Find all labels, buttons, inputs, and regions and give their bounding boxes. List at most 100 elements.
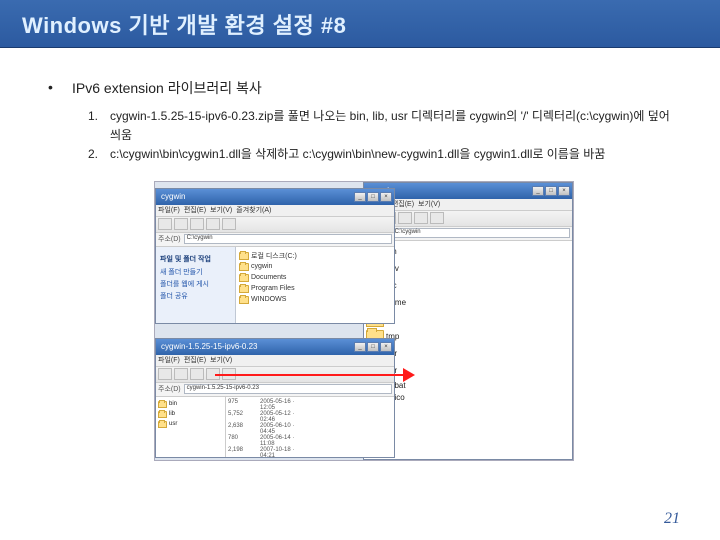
tool-icon[interactable] [174,368,188,380]
step-text: c:\cygwin\bin\cygwin1.dll을 삭제하고 c:\cygwi… [110,145,680,164]
folder-icon [158,411,167,418]
slide-title-bar: Windows 기반 개발 환경 설정 #8 [0,0,720,48]
menu-bar: 파일(F) 편집(E) 보기(V) [156,355,394,367]
tree-item[interactable]: cygwin [239,262,297,272]
folders-icon[interactable] [430,212,444,224]
folder-pane: bin dev etc home lib tmp usr var Cygwin.… [364,241,572,459]
menu-item[interactable]: 편집(E) [392,199,414,209]
tool-icon[interactable] [190,368,204,380]
address-bar: 주소(D) C:\cygwin [156,233,394,247]
heading-text: IPv6 extension 라이브러리 복사 [72,78,262,99]
folder-icon [239,263,249,271]
minimize-icon[interactable]: _ [354,342,366,352]
folder-icon [239,285,249,293]
step-num: 1. [88,107,110,145]
menu-item[interactable]: 파일(F) [158,355,180,365]
folder-pane: 로컬 디스크(C:) cygwin Documents Program File… [236,247,394,323]
annotation-arrow [215,374,405,376]
list-row[interactable]: 9752005-05-16 · 12:05 [228,399,392,411]
window-titlebar: cygwin _ □ × [364,183,572,199]
annotation-arrowhead-icon [403,368,415,382]
file-item[interactable]: Cygwin.bat [366,381,570,390]
tree-item[interactable]: bin [158,400,223,409]
heading-row: • IPv6 extension 라이브러리 복사 [48,78,680,99]
folder-icon [158,401,167,408]
folders-icon[interactable] [222,218,236,230]
minimize-icon[interactable]: _ [532,186,544,196]
folder-item[interactable]: home [366,296,570,310]
minimize-icon[interactable]: _ [354,192,366,202]
address-input[interactable]: cygwin-1.5.25-15-ipv6-0.23 [184,384,392,394]
task-link[interactable]: 폴더 공유 [160,291,231,301]
screenshot-wrapper: cygwin _ □ × 파일(F) 편집(E) 보기(V) [48,181,680,461]
screenshot: cygwin _ □ × 파일(F) 편집(E) 보기(V) [154,181,574,461]
folder-item[interactable]: tmp [366,330,570,344]
window-buttons: _ □ × [532,186,570,196]
explorer-window-front: cygwin _ □ × 파일(F) 편집(E) 보기(V) 즐겨찾기(A) [155,188,395,324]
task-link[interactable]: 새 폴더 만들기 [160,267,231,277]
menu-item[interactable]: 보기(V) [418,199,440,209]
folder-item[interactable]: etc [366,279,570,293]
folder-item[interactable]: dev [366,262,570,276]
folder-item[interactable]: bin [366,245,570,259]
nav-back-icon[interactable] [158,218,172,230]
maximize-icon[interactable]: □ [367,342,379,352]
step-num: 2. [88,145,110,164]
step-1: 1. cygwin-1.5.25-15-ipv6-0.23.zip를 풀면 나오… [88,107,680,145]
folder-icon [239,274,249,282]
close-icon[interactable]: × [380,342,392,352]
file-item[interactable]: Cygwin.ico [366,393,570,402]
close-icon[interactable]: × [558,186,570,196]
tree-item[interactable]: 로컬 디스크(C:) [239,251,297,261]
maximize-icon[interactable]: □ [545,186,557,196]
nav-up-icon[interactable] [190,218,204,230]
menu-item[interactable]: 편집(E) [184,205,206,215]
window-buttons: _ □ × [354,192,392,202]
address-bar: 주소(D) cygwin-1.5.25-15-ipv6-0.23 [156,383,394,397]
zip-file-list: 9752005-05-16 · 12:05 5,7522005-05-12 · … [226,397,394,457]
step-text: cygwin-1.5.25-15-ipv6-0.23.zip를 풀면 나오는 b… [110,107,680,145]
list-row[interactable]: 2,6382005-06-10 · 04:45 [228,423,392,435]
task-pane: 파일 및 폴더 작업 새 폴더 만들기 폴더를 웹에 게시 폴더 공유 [156,247,236,323]
tree-item[interactable]: WINDOWS [239,295,297,305]
folder-icon [158,421,167,428]
folder-item[interactable]: usr [366,347,570,361]
maximize-icon[interactable]: □ [367,192,379,202]
tool-icon[interactable] [158,368,172,380]
bullet-icon: • [48,78,72,99]
task-link[interactable]: 폴더를 웹에 게시 [160,279,231,289]
zip-folder-tree: bin lib usr [156,397,226,457]
nav-up-icon[interactable] [398,212,412,224]
tree-item[interactable]: Program Files [239,284,297,294]
menu-item[interactable]: 보기(V) [210,355,232,365]
close-icon[interactable]: × [380,192,392,202]
tree-item[interactable]: usr [158,420,223,429]
zip-window: cygwin-1.5.25-15-ipv6-0.23 _ □ × 파일(F) 편… [155,338,395,458]
folder-icon [239,252,249,260]
menu-item[interactable]: 편집(E) [184,355,206,365]
menu-bar: 파일(F) 편집(E) 보기(V) 즐겨찾기(A) [156,205,394,217]
folder-item[interactable]: lib [366,313,570,327]
window-titlebar: cygwin-1.5.25-15-ipv6-0.23 _ □ × [156,339,394,355]
page-number: 21 [664,510,680,528]
window-titlebar: cygwin _ □ × [156,189,394,205]
tree-item[interactable]: lib [158,410,223,419]
menu-item[interactable]: 즐겨찾기(A) [236,205,271,215]
window-title: cygwin [158,192,185,201]
search-icon[interactable] [414,212,428,224]
list-row[interactable]: 7802005-06-14 · 11:08 [228,435,392,447]
slide-title: Windows 기반 개발 환경 설정 #8 [22,8,346,40]
toolbar [364,211,572,227]
menu-item[interactable]: 파일(F) [158,205,180,215]
list-row[interactable]: 2,1982007-10-18 · 04:21 [228,447,392,459]
step-2: 2. c:\cygwin\bin\cygwin1.dll을 삭제하고 c:\cy… [88,145,680,164]
address-input[interactable]: C:\cygwin [392,228,570,238]
tree-item[interactable]: Documents [239,273,297,283]
folder-icon [239,296,249,304]
menu-item[interactable]: 보기(V) [210,205,232,215]
window-title: cygwin-1.5.25-15-ipv6-0.23 [158,342,258,351]
search-icon[interactable] [206,218,220,230]
address-input[interactable]: C:\cygwin [184,234,392,244]
nav-fwd-icon[interactable] [174,218,188,230]
list-row[interactable]: 5,7522005-05-12 · 02:46 [228,411,392,423]
